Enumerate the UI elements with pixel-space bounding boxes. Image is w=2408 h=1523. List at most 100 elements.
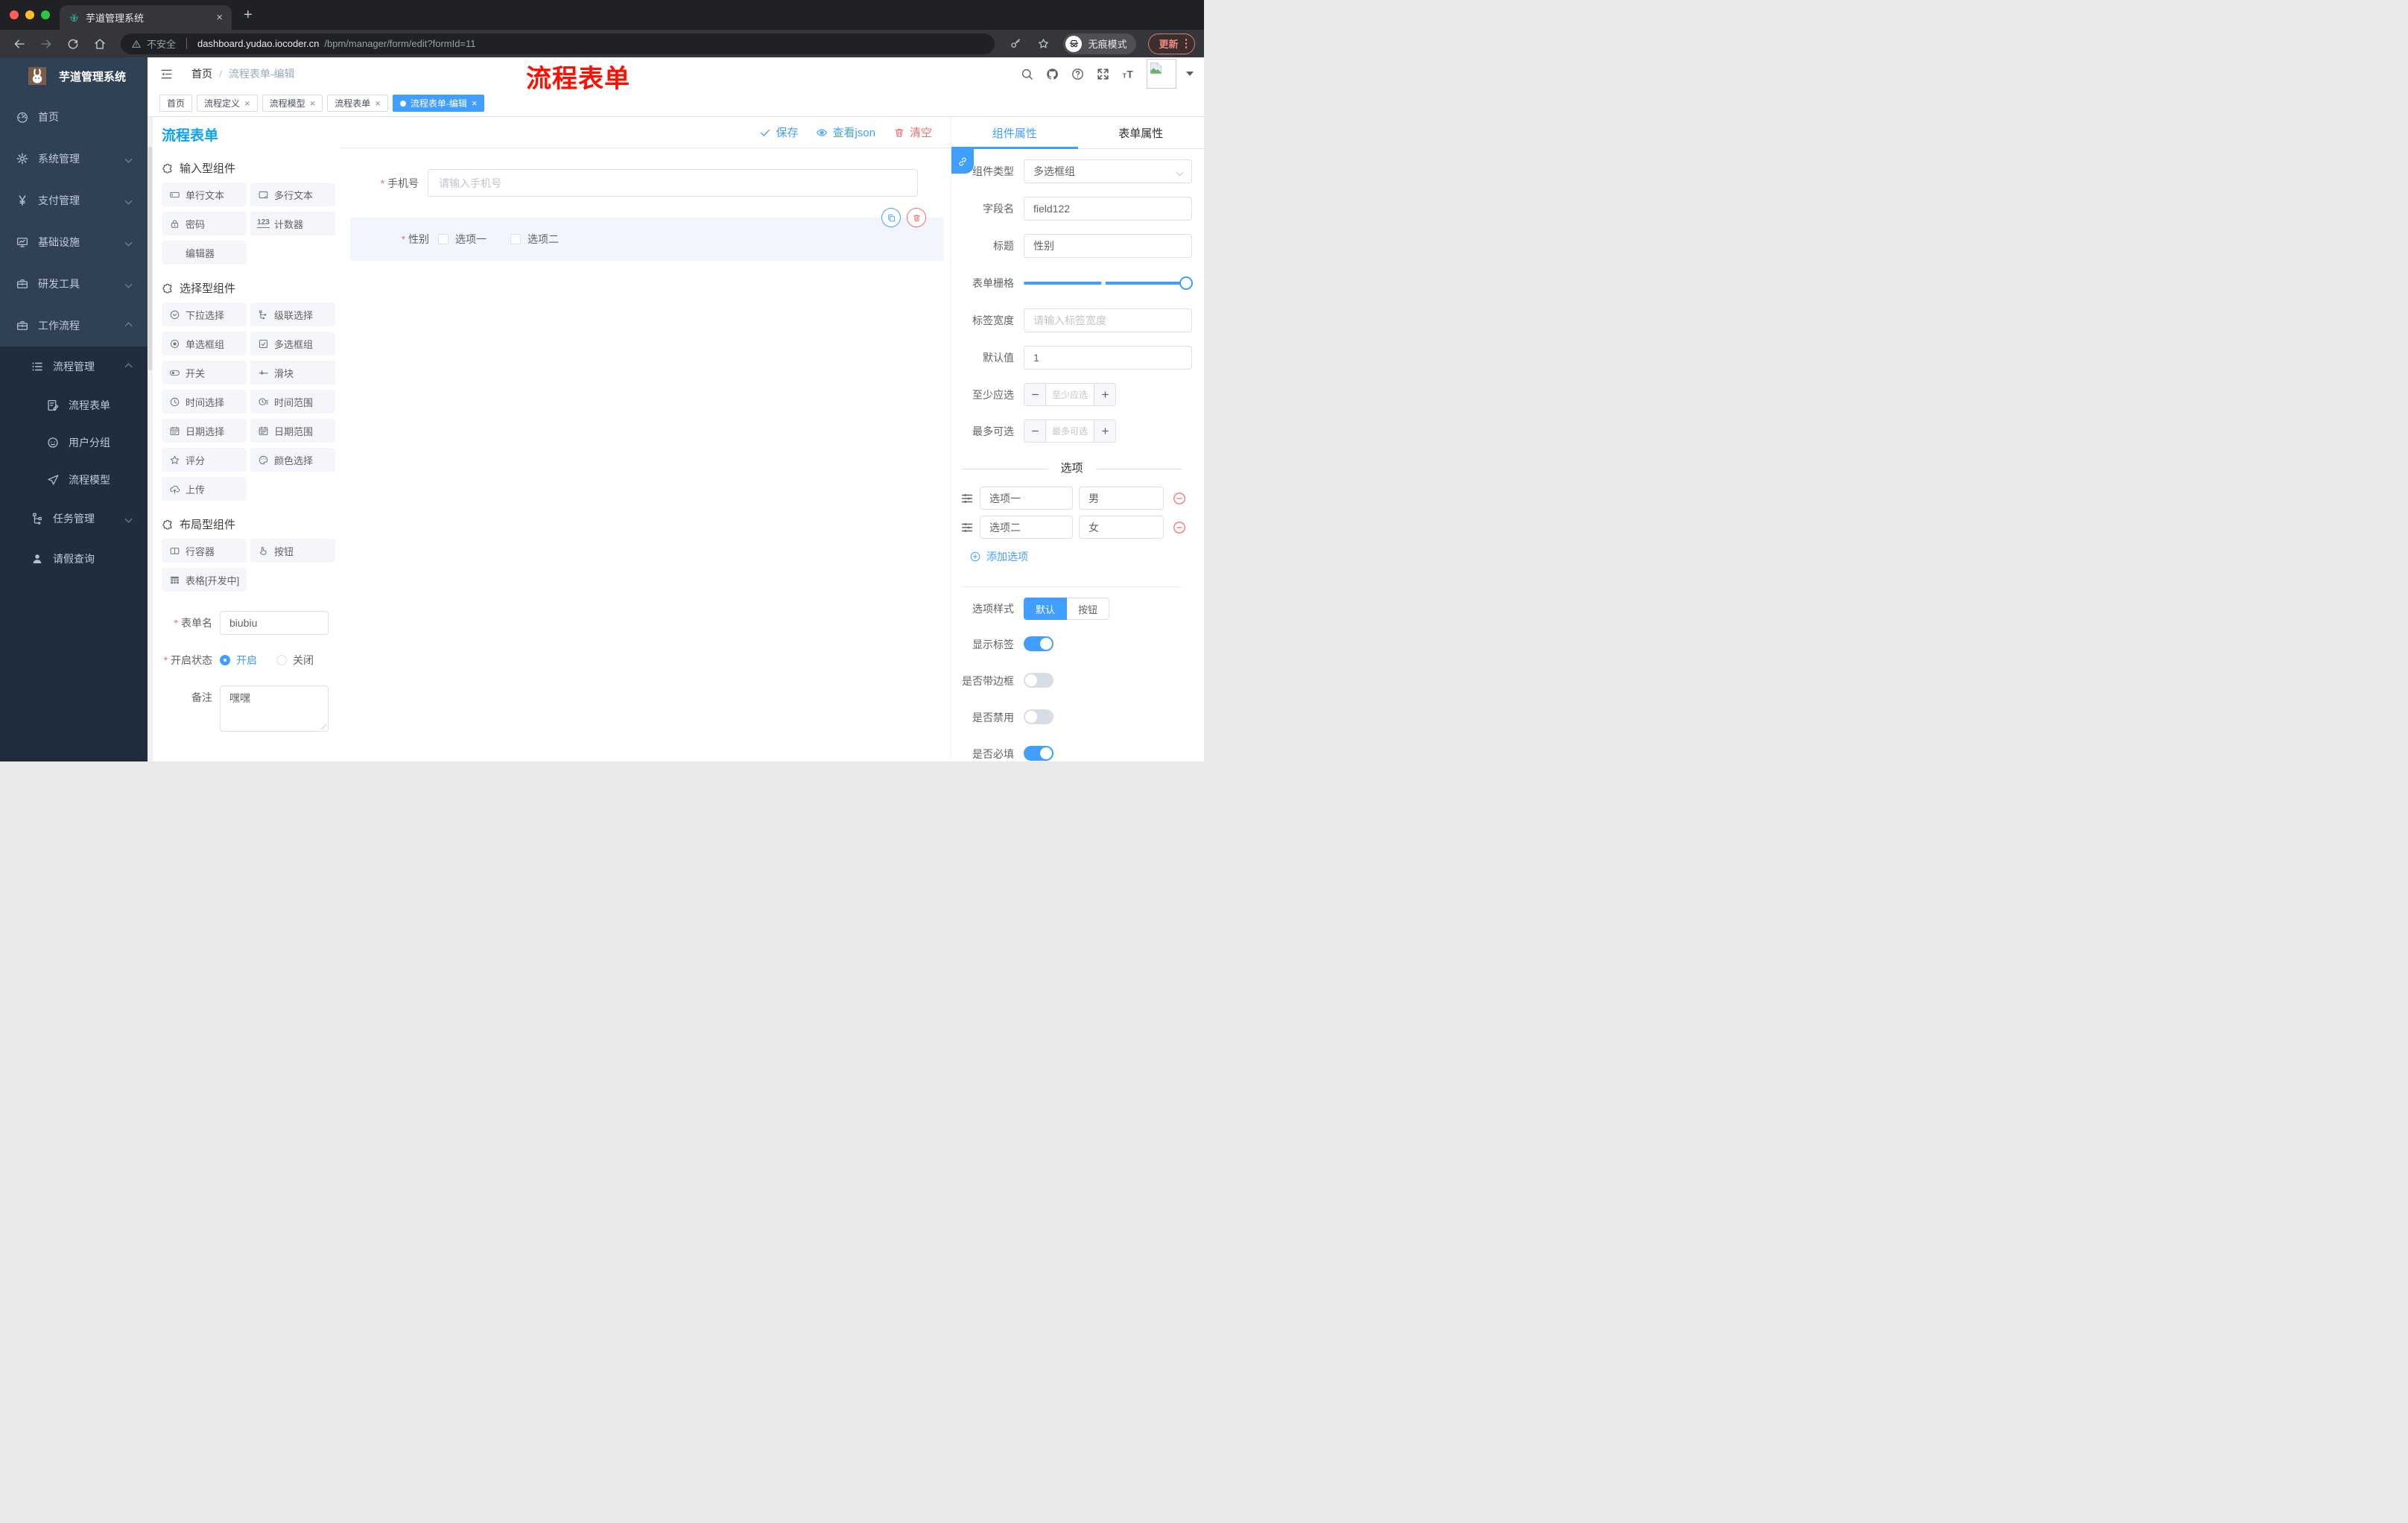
sidebar-item[interactable]: 首页: [0, 96, 148, 138]
copy-widget-button[interactable]: [881, 208, 901, 227]
min-checked-input[interactable]: 至少应选: [1046, 384, 1094, 405]
sidebar-subitem[interactable]: 流程管理: [0, 346, 148, 387]
default-value-input[interactable]: 1: [1024, 346, 1192, 370]
palette-item[interactable]: 编辑器: [162, 241, 247, 265]
palette-item[interactable]: 按钮: [250, 539, 335, 563]
tab-form-props[interactable]: 表单属性: [1078, 117, 1205, 149]
status-on-label[interactable]: 开启: [236, 653, 257, 668]
palette-item[interactable]: 上传: [162, 477, 247, 501]
breadcrumb-home[interactable]: 首页: [191, 66, 212, 81]
clear-button[interactable]: 清空: [893, 124, 932, 140]
tag-view[interactable]: 流程表单-编辑 ×: [392, 95, 485, 112]
status-off-radio[interactable]: [276, 655, 287, 665]
palette-item[interactable]: 时间选择: [162, 390, 247, 414]
avatar[interactable]: [1147, 59, 1176, 89]
option-label-input[interactable]: 选项二: [980, 516, 1073, 539]
selected-widget-gender[interactable]: 性别 选项一: [350, 208, 944, 261]
address-bar[interactable]: 不安全 dashboard.yudao.iocoder.cn/bpm/manag…: [121, 33, 995, 54]
tag-close-icon[interactable]: ×: [375, 98, 381, 108]
maximize-window-button[interactable]: [41, 10, 50, 19]
slider-handle[interactable]: [1179, 276, 1193, 290]
toggle-switch[interactable]: [1024, 709, 1054, 724]
stepper-increase-button[interactable]: [1094, 384, 1115, 405]
toggle-switch[interactable]: [1024, 672, 1054, 688]
toggle-switch[interactable]: [1024, 745, 1054, 761]
sidebar-item[interactable]: 系统管理: [0, 138, 148, 180]
palette-item[interactable]: 日期选择: [162, 419, 247, 443]
tab-component-props[interactable]: 组件属性: [951, 117, 1078, 149]
phone-input[interactable]: 请输入手机号: [428, 169, 918, 197]
sidebar-subitem[interactable]: 流程表单: [0, 387, 148, 424]
toggle-switch[interactable]: [1024, 636, 1054, 651]
tag-view[interactable]: 流程定义 ×: [197, 95, 258, 112]
palette-item[interactable]: 密码: [162, 212, 247, 235]
sidebar-fold-icon[interactable]: [159, 67, 174, 81]
chrome-update-button[interactable]: 更新: [1148, 33, 1195, 54]
bookmark-star-icon[interactable]: [1037, 37, 1050, 50]
checkbox-icon[interactable]: [438, 234, 449, 244]
save-button[interactable]: 保存: [759, 124, 798, 140]
max-checked-input[interactable]: 最多可选: [1046, 420, 1094, 442]
remark-textarea[interactable]: 嘿嘿: [220, 685, 329, 732]
github-icon[interactable]: [1045, 67, 1059, 81]
add-option-button[interactable]: 添加选项: [969, 549, 1192, 564]
stepper-decrease-button[interactable]: [1024, 420, 1046, 442]
tab-close-icon[interactable]: ×: [216, 11, 223, 24]
palette-item[interactable]: 多选框组: [250, 332, 335, 355]
status-off-label[interactable]: 关闭: [293, 653, 314, 668]
gender-checkbox-option[interactable]: 选项一: [438, 232, 487, 247]
palette-item[interactable]: 123 计数器: [250, 212, 335, 235]
help-icon[interactable]: [1071, 67, 1085, 81]
label-width-input[interactable]: 请输入标签宽度: [1024, 308, 1192, 332]
sidebar-subitem[interactable]: 流程模型: [0, 461, 148, 498]
remove-option-button[interactable]: [1172, 491, 1187, 506]
font-size-icon[interactable]: TT: [1121, 67, 1135, 81]
tag-close-icon[interactable]: ×: [310, 98, 316, 108]
field-name-input[interactable]: field122: [1024, 197, 1192, 221]
palette-item[interactable]: 日期范围: [250, 419, 335, 443]
forward-icon[interactable]: [39, 37, 53, 51]
data-bind-badge[interactable]: [951, 149, 974, 174]
palette-scrollbar[interactable]: [148, 117, 153, 762]
remove-option-button[interactable]: [1172, 520, 1187, 535]
browser-tab[interactable]: 芋道管理系统 ×: [60, 5, 232, 30]
palette-item[interactable]: 滑块: [250, 361, 335, 384]
stepper-increase-button[interactable]: [1094, 420, 1115, 442]
palette-item[interactable]: 行容器: [162, 539, 247, 563]
new-tab-button[interactable]: +: [244, 7, 253, 22]
option-value-input[interactable]: 女: [1079, 516, 1164, 539]
sidebar-item[interactable]: 支付管理: [0, 180, 148, 221]
palette-item[interactable]: 多行文本: [250, 183, 335, 206]
sidebar-subitem[interactable]: 用户分组: [0, 424, 148, 461]
component-type-select[interactable]: 多选框组: [1024, 159, 1192, 183]
checkbox-icon[interactable]: [510, 234, 521, 244]
title-input[interactable]: 性别: [1024, 234, 1192, 258]
palette-item[interactable]: 单行文本: [162, 183, 247, 206]
sidebar-subitem[interactable]: 任务管理: [0, 498, 148, 539]
tag-view[interactable]: 首页: [159, 95, 193, 112]
tag-view[interactable]: 流程模型 ×: [262, 95, 323, 112]
palette-item[interactable]: 级联选择: [250, 303, 335, 326]
tag-close-icon[interactable]: ×: [472, 98, 478, 108]
sidebar-item[interactable]: 工作流程: [0, 305, 148, 346]
avatar-dropdown-caret-icon[interactable]: [1186, 72, 1194, 76]
palette-item[interactable]: 下拉选择: [162, 303, 247, 326]
sidebar-item[interactable]: 基础设施: [0, 221, 148, 263]
search-icon[interactable]: [1020, 67, 1034, 81]
form-grid-slider[interactable]: [1024, 271, 1193, 295]
back-icon[interactable]: [13, 37, 26, 51]
palette-item[interactable]: 颜色选择: [250, 448, 335, 472]
palette-item[interactable]: 时间范围: [250, 390, 335, 414]
fullscreen-icon[interactable]: [1096, 67, 1110, 81]
style-default-button[interactable]: 默认: [1024, 598, 1068, 620]
phone-field-row[interactable]: 手机号 请输入手机号: [340, 169, 951, 197]
status-on-radio[interactable]: [220, 655, 230, 665]
home-icon[interactable]: [93, 37, 107, 51]
resize-handle-icon[interactable]: [320, 723, 326, 729]
password-key-icon[interactable]: [1010, 37, 1022, 50]
gender-checkbox-option[interactable]: 选项二: [510, 232, 559, 247]
palette-item[interactable]: 开关: [162, 361, 247, 384]
style-button-button[interactable]: 按钮: [1067, 598, 1110, 620]
palette-item[interactable]: 表格[开发中]: [162, 568, 247, 592]
palette-item[interactable]: 评分: [162, 448, 247, 472]
